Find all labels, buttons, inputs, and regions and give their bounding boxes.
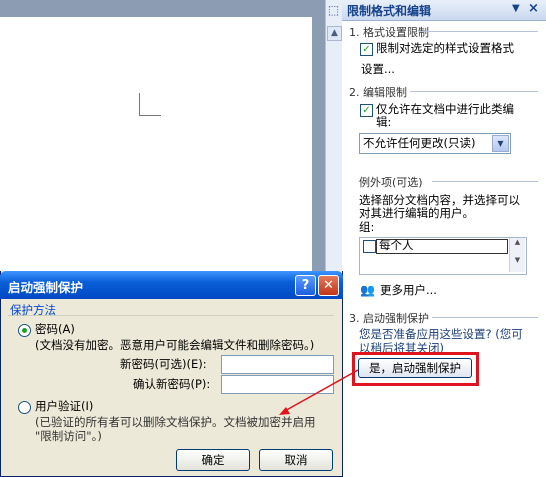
scroll-up-arrow-icon[interactable]: ▲ — [327, 26, 342, 41]
help-button[interactable]: ? — [295, 275, 316, 296]
editing-restrict-label-cont: 辑: — [376, 115, 392, 129]
scroll-up-arrow-icon[interactable]: ▲ — [510, 238, 525, 246]
ruler-icon[interactable]: ⬚ — [327, 4, 340, 17]
exceptions-divider — [432, 181, 538, 182]
close-button[interactable]: ✕ — [318, 275, 339, 296]
exceptions-desc-line2: 对其进行编辑的用户。 — [359, 206, 474, 220]
editing-restrict-label: 仅允许在文档中进行此类编 — [376, 102, 514, 116]
password-desc: (文档没有加密。恶意用户可能会编辑文件和删除密码。) — [35, 338, 315, 352]
editing-restrict-checkbox[interactable]: ✓ — [360, 104, 373, 117]
scroll-down-arrow-icon[interactable]: ▼ — [510, 256, 525, 264]
editing-type-value: 不允许任何更改(只读) — [363, 136, 476, 150]
section1-divider — [420, 31, 538, 32]
section2-divider — [410, 91, 538, 92]
baidu-watermark-url: jingyan.baidu.com — [405, 449, 489, 459]
user-auth-option-label: 用户验证(I) — [35, 399, 94, 413]
password-option-label: 密码(A) — [35, 322, 75, 336]
password-radio[interactable] — [18, 324, 31, 337]
ok-button[interactable]: 确定 — [176, 449, 250, 471]
groups-label: 组: — [359, 220, 375, 234]
pane-close-icon[interactable]: × — [528, 1, 539, 16]
pane-menu-chevron-icon[interactable]: ▼ — [512, 3, 520, 14]
format-restrict-label: 限制对选定的样式设置格式 — [376, 41, 514, 55]
user-auth-desc-line2: "限制访问"。) — [35, 429, 102, 443]
more-users-link[interactable]: 更多用户... — [380, 282, 437, 298]
user-auth-radio[interactable] — [18, 401, 31, 414]
confirm-password-label: 确认新密码(P): — [133, 377, 211, 391]
cancel-button[interactable]: 取消 — [259, 449, 333, 471]
format-settings-link[interactable]: 设置... — [361, 61, 395, 77]
users-icon: 👥 — [360, 283, 375, 297]
format-restrict-checkbox[interactable]: ✓ — [360, 43, 373, 56]
margin-corner-mark — [139, 93, 161, 116]
new-password-label: 新密码(可选)(E): — [120, 357, 207, 371]
highlight-annotation — [352, 352, 479, 386]
chevron-down-icon[interactable]: ▼ — [492, 135, 509, 152]
groups-scrollbar[interactable]: ▲ ▼ — [509, 238, 525, 272]
section1-title: 1. 格式设置限制 — [349, 26, 429, 39]
pane-title: 限制格式和编辑 — [347, 4, 432, 18]
exceptions-title: 例外项(可选) — [359, 176, 423, 189]
everyone-checkbox[interactable] — [363, 240, 376, 253]
everyone-label: 每个人 — [379, 238, 414, 252]
protection-method-title: 保护方法 — [10, 303, 56, 317]
radio-selected-dot — [22, 328, 27, 333]
section3-title: 3. 启动强制保护 — [349, 312, 429, 325]
dialog-title: 启动强制保护 — [8, 280, 84, 295]
new-password-input[interactable] — [221, 355, 334, 374]
section2-title: 2. 编辑限制 — [349, 86, 407, 99]
confirm-password-input[interactable] — [221, 375, 334, 394]
section3-divider — [432, 317, 538, 318]
